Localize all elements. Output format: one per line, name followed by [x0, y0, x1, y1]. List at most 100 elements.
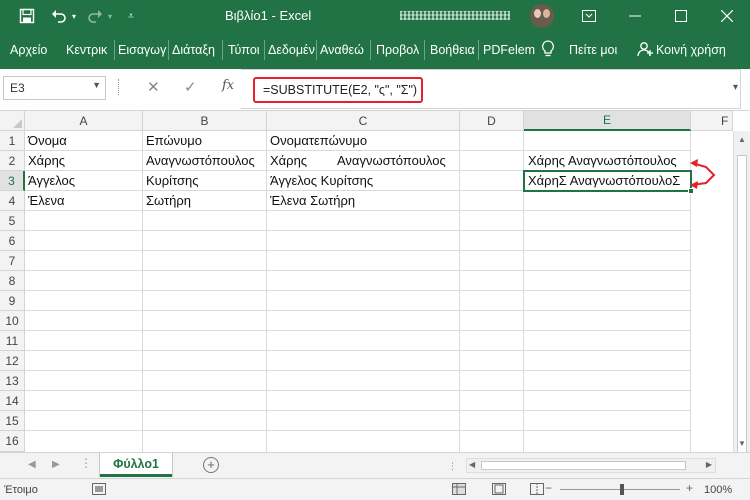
name-box[interactable]: E3 ▼	[3, 76, 106, 100]
row-header-8[interactable]: 8	[0, 271, 25, 291]
scroll-left-icon[interactable]: ◀	[469, 460, 475, 469]
cell-c4[interactable]: Έλενα Σωτήρη	[267, 191, 355, 211]
horizontal-scrollbar[interactable]: ◀ ▶	[466, 458, 716, 473]
row-header-4[interactable]: 4	[0, 191, 25, 211]
tab-insert[interactable]: Εισαγωγ	[118, 43, 166, 57]
tab-view[interactable]: Προβολ	[376, 43, 419, 57]
lightbulb-icon[interactable]	[541, 40, 555, 62]
status-bar: Έτοιμο − + 100%	[0, 478, 750, 500]
person-icon[interactable]	[637, 41, 653, 60]
tab-splitter-icon[interactable]: ⋮	[448, 461, 457, 472]
row-header-9[interactable]: 9	[0, 291, 25, 311]
cell-c3[interactable]: Άγγελος Κυρίτσης	[267, 171, 373, 191]
cell-a2[interactable]: Χάρης	[25, 151, 65, 171]
tab-page-layout[interactable]: Διάταξη	[172, 43, 215, 57]
formula-bar-splitter[interactable]	[118, 79, 121, 95]
redo-dropdown-icon[interactable]: ▾	[104, 6, 116, 26]
page-layout-view-icon[interactable]	[492, 483, 506, 498]
prev-sheet-icon[interactable]: ◀	[28, 459, 36, 470]
column-header-d[interactable]: D	[460, 111, 524, 131]
scroll-up-icon[interactable]: ▲	[738, 135, 746, 144]
cell-a4[interactable]: Έλενα	[25, 191, 65, 211]
row-header-7[interactable]: 7	[0, 251, 25, 271]
row-header-12[interactable]: 12	[0, 351, 25, 371]
row-header-2[interactable]: 2	[0, 151, 25, 171]
ribbon-display-icon[interactable]	[566, 0, 612, 32]
column-header-e[interactable]: E	[524, 111, 691, 131]
zoom-slider-knob[interactable]	[620, 484, 624, 495]
maximize-icon[interactable]	[658, 0, 704, 32]
redo-icon[interactable]	[84, 6, 106, 26]
insert-function-button[interactable]: fx	[222, 78, 234, 93]
gridline	[25, 330, 691, 331]
gridline	[25, 310, 691, 311]
next-sheet-icon[interactable]: ▶	[52, 459, 60, 470]
chevron-down-icon[interactable]: ▼	[92, 80, 101, 90]
tab-formulas[interactable]: Τύποι	[228, 43, 260, 57]
more-sheets-icon[interactable]: ⋮	[80, 456, 92, 470]
row-header-1[interactable]: 1	[0, 131, 25, 151]
row-header-6[interactable]: 6	[0, 231, 25, 251]
column-header-f[interactable]: F	[691, 111, 733, 131]
row-header-16[interactable]: 16	[0, 431, 25, 452]
zoom-out-icon[interactable]: −	[545, 481, 552, 495]
tab-file[interactable]: Αρχείο	[10, 43, 47, 57]
row-header-13[interactable]: 13	[0, 371, 25, 391]
gridline	[25, 410, 691, 411]
avatar[interactable]	[530, 4, 554, 28]
cancel-icon[interactable]: ✕	[147, 78, 160, 96]
vertical-scroll-thumb[interactable]	[737, 155, 747, 455]
cell-b3[interactable]: Κυρίτσης	[143, 171, 199, 191]
row-header-10[interactable]: 10	[0, 311, 25, 331]
customize-icon[interactable]: ⩡	[120, 6, 142, 26]
row-header-5[interactable]: 5	[0, 211, 25, 231]
worksheet-grid[interactable]: A B C D E F 1 2 3 4 5 6 7 8 9 10 11 12 1…	[0, 111, 750, 455]
tab-separator	[222, 40, 223, 60]
column-header-c[interactable]: C	[267, 111, 460, 131]
cell-a1[interactable]: Όνομα	[25, 131, 67, 151]
macro-record-icon[interactable]	[92, 483, 106, 498]
tab-pdfelement[interactable]: PDFelem	[483, 43, 535, 57]
undo-icon[interactable]	[48, 6, 70, 26]
tab-data[interactable]: Δεδομέν	[268, 43, 315, 57]
row-header-14[interactable]: 14	[0, 391, 25, 411]
column-header-a[interactable]: A	[25, 111, 143, 131]
cell-b4[interactable]: Σωτήρη	[143, 191, 191, 211]
cell-c1[interactable]: Ονοματεπώνυμο	[267, 131, 367, 151]
sheet-tab-1[interactable]: Φύλλο1	[100, 453, 172, 477]
zoom-level[interactable]: 100%	[704, 484, 732, 496]
tab-home[interactable]: Κεντρικ	[66, 43, 107, 57]
cell-b1[interactable]: Επώνυμο	[143, 131, 202, 151]
row-header-11[interactable]: 11	[0, 331, 25, 351]
cell-c2-first[interactable]: Χάρης	[267, 151, 307, 171]
name-box-value: E3	[10, 81, 25, 95]
tab-help[interactable]: Βοήθεια	[430, 43, 475, 57]
tell-me-input[interactable]: Πείτε μοι	[569, 43, 617, 57]
horizontal-scroll-thumb[interactable]	[481, 461, 686, 470]
select-all-button[interactable]	[0, 111, 25, 131]
cell-e2[interactable]: Χάρης Αναγνωστόπουλος	[524, 151, 677, 171]
cell-b2[interactable]: Αναγνωστόπουλος	[143, 151, 255, 171]
vertical-scrollbar[interactable]: ▲ ▼	[733, 131, 750, 455]
page-break-view-icon[interactable]	[530, 483, 544, 498]
column-header-b[interactable]: B	[143, 111, 267, 131]
zoom-in-icon[interactable]: +	[686, 481, 693, 495]
row-header-15[interactable]: 15	[0, 411, 25, 431]
cell-a3[interactable]: Άγγελος	[25, 171, 75, 191]
scroll-right-icon[interactable]: ▶	[706, 460, 712, 469]
row-header-3[interactable]: 3	[0, 171, 25, 191]
expand-formula-bar-icon[interactable]: ▾	[733, 82, 738, 93]
formula-input[interactable]: =SUBSTITUTE(E2, "ς", "Σ")	[253, 77, 423, 103]
save-icon[interactable]	[16, 6, 38, 26]
gridline	[459, 131, 460, 452]
share-button[interactable]: Κοινή χρήση	[656, 43, 726, 57]
enter-icon[interactable]: ✓	[184, 78, 197, 96]
tab-review[interactable]: Αναθεώ	[320, 43, 364, 57]
undo-dropdown-icon[interactable]: ▾	[68, 6, 80, 26]
close-icon[interactable]	[704, 0, 750, 32]
normal-view-icon[interactable]	[452, 483, 466, 498]
scroll-down-icon[interactable]: ▼	[738, 439, 746, 448]
minimize-icon[interactable]	[612, 0, 658, 32]
cell-c2-last[interactable]: Αναγνωστόπουλος	[334, 151, 446, 171]
add-sheet-button[interactable]: +	[203, 457, 219, 473]
